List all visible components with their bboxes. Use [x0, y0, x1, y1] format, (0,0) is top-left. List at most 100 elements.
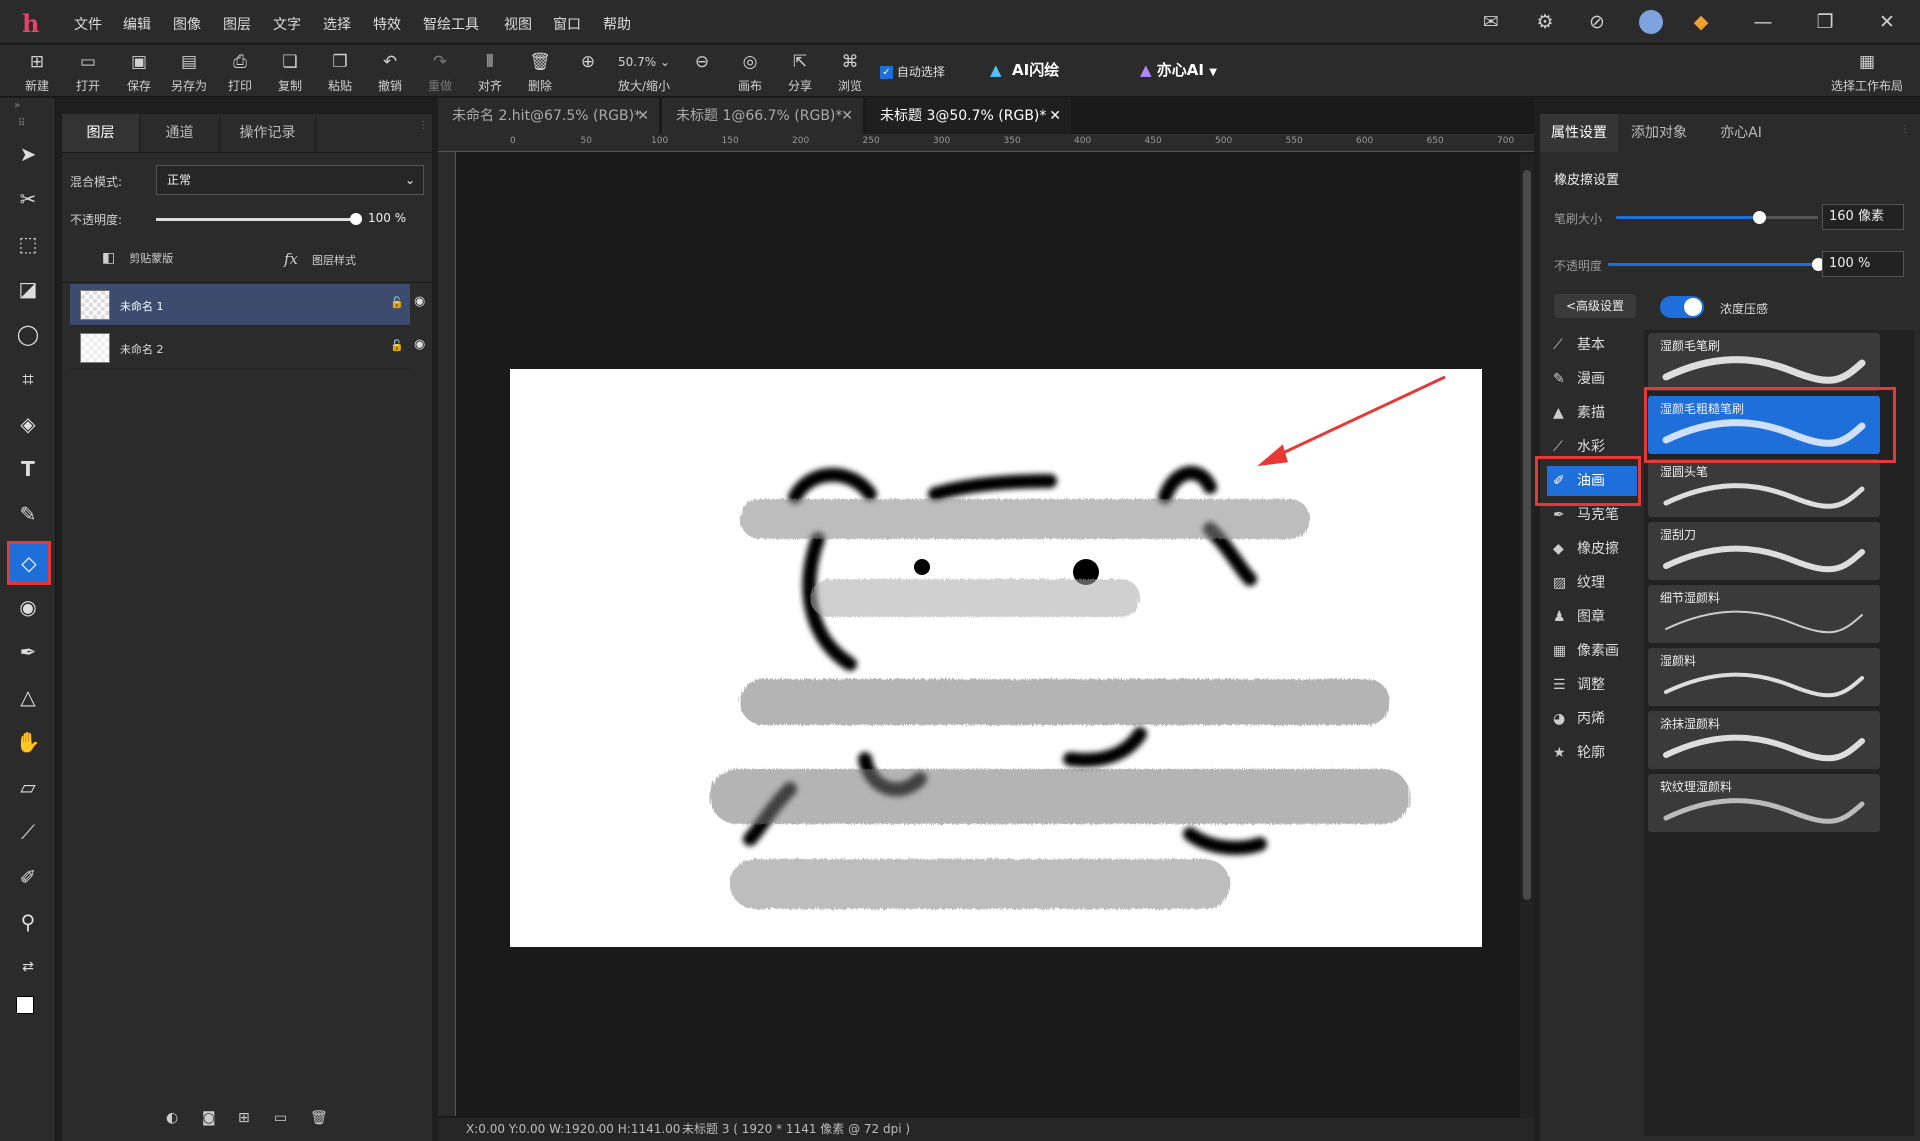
menu-edit[interactable]: 编辑: [123, 14, 151, 34]
transform-tool-icon[interactable]: ◪: [10, 271, 46, 307]
brush-item[interactable]: 湿颜料: [1648, 648, 1880, 706]
crop-tool-icon[interactable]: ⌗: [10, 361, 46, 397]
yixin-ai-button[interactable]: ▲ 亦心AI ▼: [1140, 59, 1217, 80]
brush-item-selected[interactable]: 湿颜毛粗糙笔刷: [1648, 396, 1880, 454]
tab-layers[interactable]: 图层: [62, 114, 140, 152]
tab-history[interactable]: 操作记录: [220, 114, 316, 152]
eye-icon[interactable]: ◉: [414, 337, 425, 352]
close-icon[interactable]: ✕: [637, 98, 649, 134]
canvas-button[interactable]: ◎ 画布: [728, 51, 772, 94]
brush-size-knob[interactable]: [1753, 211, 1767, 224]
undo-button[interactable]: ↶ 撤销: [368, 51, 412, 94]
shape-tool-icon[interactable]: △: [10, 679, 46, 715]
close-icon[interactable]: ✕: [841, 98, 853, 134]
tab-channels[interactable]: 通道: [140, 114, 220, 152]
menu-text[interactable]: 文字: [273, 14, 301, 34]
brush-item[interactable]: 细节湿颜料: [1648, 585, 1880, 643]
category-stamp[interactable]: ♟ 图章: [1547, 602, 1637, 632]
doc-tab[interactable]: 未命名 2.hit@67.5% (RGB)* ✕: [438, 98, 660, 134]
foreground-color-swatch[interactable]: [16, 996, 34, 1014]
move-tool-icon[interactable]: ➤: [10, 136, 46, 172]
vertical-scrollbar[interactable]: [1520, 154, 1534, 1118]
browse-button[interactable]: ⌘ 浏览: [828, 51, 872, 94]
brush-item[interactable]: 涂抹湿颜料: [1648, 711, 1880, 769]
doc-tab-active[interactable]: 未标题 3@50.7% (RGB)* ✕: [866, 98, 1072, 134]
opacity-input[interactable]: 100 %: [1822, 251, 1904, 277]
category-acrylic[interactable]: ◕ 丙烯: [1547, 704, 1637, 734]
tab-yixin-ai[interactable]: 亦心AI: [1700, 114, 1782, 152]
folder-icon[interactable]: ▭: [274, 1110, 287, 1126]
category-outline[interactable]: ★ 轮廓: [1547, 738, 1637, 768]
category-comic[interactable]: ✎ 漫画: [1547, 364, 1637, 394]
eraser-tool-icon[interactable]: ◇: [7, 541, 51, 585]
menu-smart-tools[interactable]: 智绘工具: [423, 14, 479, 34]
text-tool-icon[interactable]: T: [10, 451, 46, 487]
brush-item[interactable]: 湿刮刀: [1648, 522, 1880, 580]
opacity-slider-track[interactable]: [156, 213, 362, 225]
mail-icon[interactable]: ✉: [1478, 10, 1504, 34]
compass-icon[interactable]: ⊘: [1584, 10, 1610, 34]
ai-flash-button[interactable]: ▲ AI闪绘: [990, 59, 1059, 80]
close-icon[interactable]: ✕: [1049, 98, 1061, 134]
blend-mode-select[interactable]: 正常 ⌄: [156, 165, 424, 195]
menu-effects[interactable]: 特效: [373, 14, 401, 34]
collapse-icon[interactable]: »: [14, 100, 20, 111]
zoom-in-button[interactable]: ⊕: [566, 51, 610, 73]
marquee-tool-icon[interactable]: ⬚: [10, 226, 46, 262]
brush-item[interactable]: 湿颜毛笔刷: [1648, 333, 1880, 391]
menu-layer[interactable]: 图层: [223, 14, 251, 34]
drawing-canvas[interactable]: [510, 369, 1482, 947]
clone-tool-icon[interactable]: ◉: [10, 589, 46, 625]
trash-icon[interactable]: 🗑: [310, 1110, 328, 1126]
highlight-pen-icon[interactable]: ✐: [10, 859, 46, 895]
menu-select[interactable]: 选择: [323, 14, 351, 34]
adjustment-layer-icon[interactable]: ◐: [166, 1110, 178, 1126]
category-eraser[interactable]: ◆ 橡皮擦: [1547, 534, 1637, 564]
category-marker[interactable]: ✒ 马克笔: [1547, 500, 1637, 530]
category-basic[interactable]: ⟋ 基本: [1547, 330, 1637, 360]
menu-window[interactable]: 窗口: [553, 14, 581, 34]
share-button[interactable]: ⇱ 分享: [778, 51, 822, 94]
paste-button[interactable]: ❐ 粘贴: [318, 51, 362, 94]
menu-help[interactable]: 帮助: [603, 14, 631, 34]
hand-tool-icon[interactable]: ✋: [10, 724, 46, 760]
brush-size-slider[interactable]: [1616, 211, 1818, 224]
smudge-tool-icon[interactable]: ⟋: [10, 814, 46, 850]
category-texture[interactable]: ▨ 纹理: [1547, 568, 1637, 598]
perspective-tool-icon[interactable]: ▱: [10, 769, 46, 805]
opacity-slider[interactable]: [1608, 258, 1825, 271]
copy-button[interactable]: ❏ 复制: [268, 51, 312, 94]
delete-button[interactable]: 🗑 删除: [518, 51, 562, 94]
menu-view[interactable]: 视图: [504, 14, 532, 34]
advanced-settings-button[interactable]: <高级设置: [1554, 294, 1636, 318]
eyedropper-tool-icon[interactable]: ⚲: [10, 904, 46, 940]
save-as-button[interactable]: ▤ 另存为: [167, 51, 211, 94]
pressure-toggle[interactable]: [1660, 296, 1704, 318]
menu-image[interactable]: 图像: [173, 14, 201, 34]
layer-row[interactable]: 未命名 2 🔓 ◉: [70, 327, 425, 369]
layer-style-button[interactable]: fx 图层样式: [284, 250, 356, 268]
auto-select-checkbox[interactable]: ✓ 自动选择: [880, 63, 945, 80]
lasso-tool-icon[interactable]: ◯: [10, 316, 46, 352]
tab-properties[interactable]: 属性设置: [1540, 114, 1618, 152]
opacity-slider-knob[interactable]: [350, 213, 362, 225]
lock-icon[interactable]: 🔓: [390, 339, 404, 352]
category-adjust[interactable]: ☰ 调整: [1547, 670, 1637, 700]
magic-cut-tool-icon[interactable]: ✂: [10, 181, 46, 217]
layer-row[interactable]: 未命名 1 🔓 ◉: [70, 284, 425, 326]
avatar-icon[interactable]: [1638, 10, 1664, 34]
swap-colors-icon[interactable]: ⇄: [10, 949, 46, 985]
category-pixel[interactable]: ▦ 像素画: [1547, 636, 1637, 666]
category-oil-painting[interactable]: ✐ 油画: [1547, 466, 1637, 496]
menu-file[interactable]: 文件: [74, 14, 102, 34]
open-button[interactable]: ▭ 打开: [66, 51, 110, 94]
clip-mask-button[interactable]: ◧ 剪贴蒙版: [102, 250, 173, 266]
scroll-thumb[interactable]: [1523, 170, 1531, 900]
new-layer-icon[interactable]: ⊞: [238, 1110, 250, 1126]
fill-tool-icon[interactable]: ◈: [10, 406, 46, 442]
pen-tool-icon[interactable]: ✒: [10, 634, 46, 670]
print-button[interactable]: ⎙ 打印: [218, 51, 262, 94]
zoom-control[interactable]: 50.7% ⌄ 放大/缩小: [612, 51, 676, 94]
tab-add-object[interactable]: 添加对象: [1618, 114, 1700, 152]
zoom-out-button[interactable]: ⊖: [680, 51, 724, 73]
